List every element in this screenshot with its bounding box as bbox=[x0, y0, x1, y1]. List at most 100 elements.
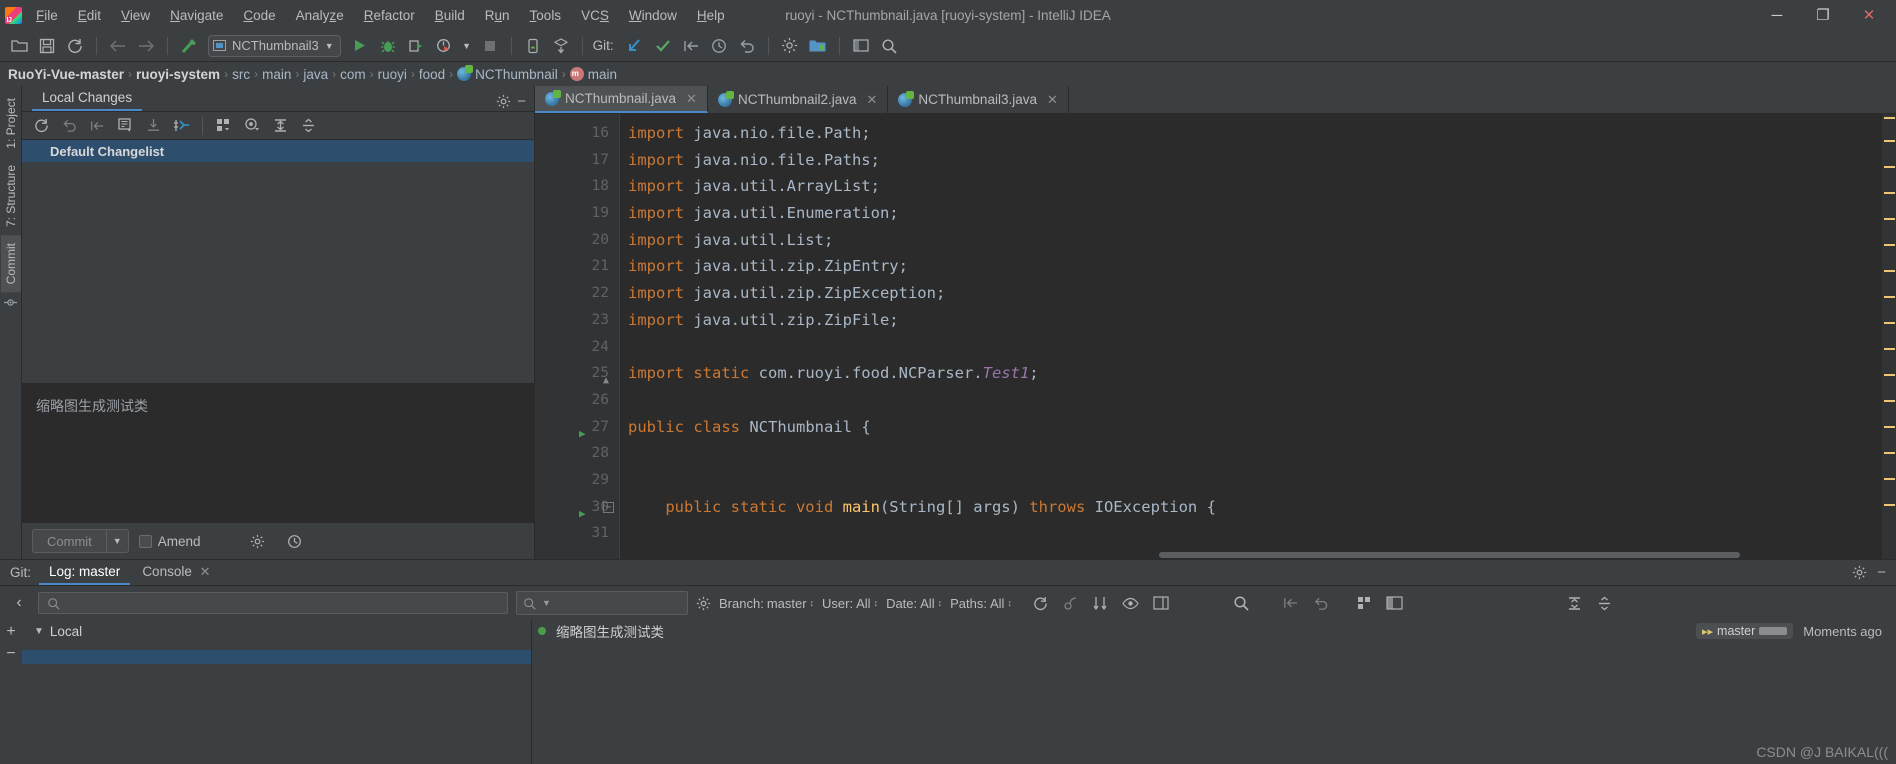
source-code[interactable]: import java.nio.file.Path; import java.ni… bbox=[619, 114, 1882, 559]
menu-item-code[interactable]: Code bbox=[233, 4, 285, 27]
code-line[interactable]: import java.nio.file.Path; bbox=[628, 120, 1882, 147]
line-number[interactable]: 20 bbox=[535, 227, 619, 254]
filter-date[interactable]: Date: All ↕ bbox=[886, 596, 942, 611]
hide-tool-window-icon[interactable]: − bbox=[517, 94, 526, 109]
group-by-icon[interactable] bbox=[211, 114, 237, 138]
undo-icon[interactable] bbox=[1310, 592, 1332, 614]
breadcrumb-item-6[interactable]: ruoyi bbox=[378, 67, 407, 82]
fold-collapse-icon[interactable]: − bbox=[603, 501, 614, 513]
editor-marker-bar[interactable] bbox=[1882, 114, 1896, 559]
menu-item-refactor[interactable]: Refactor bbox=[354, 4, 425, 27]
close-icon[interactable]: ✕ bbox=[1047, 92, 1058, 108]
code-marker[interactable] bbox=[1884, 270, 1895, 272]
branch-tree-root[interactable]: ▼ Local bbox=[22, 620, 531, 643]
line-number[interactable]: 26 bbox=[535, 387, 619, 414]
line-number[interactable]: 17 bbox=[535, 147, 619, 174]
git-push-icon[interactable] bbox=[678, 33, 704, 59]
menu-item-window[interactable]: Window bbox=[619, 4, 687, 27]
log-search-input[interactable] bbox=[38, 592, 508, 614]
menu-item-run[interactable]: Run bbox=[475, 4, 520, 27]
breadcrumb-item-0[interactable]: RuoYi-Vue-master bbox=[8, 67, 124, 82]
menu-item-navigate[interactable]: Navigate bbox=[160, 4, 233, 27]
code-line[interactable]: import java.nio.file.Paths; bbox=[628, 147, 1882, 174]
run-icon[interactable] bbox=[347, 33, 373, 59]
code-line[interactable]: import java.util.zip.ZipFile; bbox=[628, 307, 1882, 334]
git-commit-icon[interactable] bbox=[650, 33, 676, 59]
line-number[interactable]: 29 bbox=[535, 467, 619, 494]
rollback-icon[interactable] bbox=[56, 114, 82, 138]
stop-icon[interactable] bbox=[477, 33, 503, 59]
line-number[interactable]: 31 bbox=[535, 520, 619, 547]
code-marker[interactable] bbox=[1884, 166, 1895, 168]
tab-ncthumbnail2-java[interactable]: NCThumbnail2.java ✕ bbox=[708, 86, 889, 113]
line-number[interactable]: 25 ▲ bbox=[535, 360, 619, 387]
add-icon[interactable]: + bbox=[6, 624, 15, 640]
code-marker[interactable] bbox=[1884, 348, 1895, 350]
refresh-icon[interactable] bbox=[1030, 592, 1052, 614]
commit-options-gear-icon[interactable] bbox=[250, 534, 265, 549]
debug-icon[interactable] bbox=[375, 33, 401, 59]
diff-icon[interactable] bbox=[112, 114, 138, 138]
code-marker[interactable] bbox=[1884, 504, 1895, 506]
line-number[interactable]: 19 bbox=[535, 200, 619, 227]
commit-message-input[interactable]: 缩略图生成测试类 bbox=[22, 383, 534, 523]
breadcrumb-item-9[interactable]: m main bbox=[569, 67, 617, 82]
settings-gear-icon[interactable] bbox=[777, 33, 803, 59]
maximize-button[interactable]: ❐ bbox=[1800, 0, 1846, 30]
commit-row[interactable]: 缩略图生成测试类 ▸▸ master Moments ago bbox=[532, 620, 1896, 642]
preview-eye-icon[interactable] bbox=[1120, 592, 1142, 614]
line-number[interactable]: 18 bbox=[535, 173, 619, 200]
collapse-all-icon[interactable] bbox=[295, 114, 321, 138]
filter-branch[interactable]: Branch: master ↕ bbox=[719, 596, 814, 611]
breadcrumb-item-4[interactable]: java bbox=[303, 67, 328, 82]
code-marker[interactable] bbox=[1884, 400, 1895, 402]
sidebar-item-project[interactable]: 1: Project bbox=[1, 90, 21, 157]
tab-local-changes[interactable]: Local Changes bbox=[32, 87, 143, 111]
scrollbar-thumb[interactable] bbox=[1159, 552, 1740, 558]
commit-text-filter-input[interactable]: ▼ bbox=[516, 591, 688, 615]
chevron-down-icon[interactable]: ▼ bbox=[34, 626, 44, 637]
line-number[interactable]: 16 bbox=[535, 120, 619, 147]
code-marker[interactable] bbox=[1884, 192, 1895, 194]
close-icon[interactable]: ✕ bbox=[686, 91, 697, 107]
code-line[interactable]: import java.util.ArrayList; bbox=[628, 173, 1882, 200]
profiler-icon[interactable] bbox=[431, 33, 457, 59]
sidebar-item-structure[interactable]: 7: Structure bbox=[1, 157, 21, 235]
code-line[interactable]: import java.util.zip.ZipException; bbox=[628, 280, 1882, 307]
code-marker[interactable] bbox=[1884, 117, 1895, 119]
close-button[interactable]: ✕ bbox=[1846, 0, 1892, 30]
menu-item-tools[interactable]: Tools bbox=[520, 4, 572, 27]
tab-console[interactable]: Console ✕ bbox=[132, 561, 220, 584]
breadcrumb-item-3[interactable]: main bbox=[262, 67, 291, 82]
code-marker[interactable] bbox=[1884, 218, 1895, 220]
line-number[interactable]: 28 bbox=[535, 440, 619, 467]
code-line[interactable]: import java.util.Enumeration; bbox=[628, 200, 1882, 227]
close-icon[interactable]: ✕ bbox=[200, 564, 211, 579]
menu-item-file[interactable]: File bbox=[26, 4, 68, 27]
show-details-icon[interactable] bbox=[1150, 592, 1172, 614]
code-marker[interactable] bbox=[1884, 426, 1895, 428]
commit-history-icon[interactable] bbox=[287, 534, 302, 549]
editor-horizontal-scrollbar[interactable] bbox=[619, 551, 1880, 559]
line-number[interactable]: 23 bbox=[535, 307, 619, 334]
settings-gear-icon[interactable] bbox=[1852, 565, 1867, 580]
save-all-icon[interactable] bbox=[34, 33, 60, 59]
code-line[interactable] bbox=[628, 387, 1882, 414]
menu-item-analyze[interactable]: Analyze bbox=[286, 4, 354, 27]
preview-eye-icon[interactable] bbox=[239, 114, 265, 138]
settings-gear-icon[interactable] bbox=[496, 94, 511, 109]
menu-item-vcs[interactable]: VCS bbox=[571, 4, 619, 27]
group-by-icon[interactable] bbox=[1354, 592, 1376, 614]
open-folder-icon[interactable] bbox=[6, 33, 32, 59]
breadcrumb-item-7[interactable]: food bbox=[419, 67, 445, 82]
intellisort-icon[interactable] bbox=[1090, 592, 1112, 614]
branch-label-chip[interactable]: ▸▸ master bbox=[1695, 623, 1794, 639]
cherry-pick-icon[interactable] bbox=[1060, 592, 1082, 614]
git-revert-icon[interactable] bbox=[734, 33, 760, 59]
shelve-icon[interactable] bbox=[84, 114, 110, 138]
menu-item-help[interactable]: Help bbox=[687, 4, 735, 27]
build-project-icon[interactable] bbox=[176, 33, 202, 59]
navigate-forward-icon[interactable] bbox=[133, 33, 159, 59]
code-marker[interactable] bbox=[1884, 478, 1895, 480]
code-line[interactable]: import java.util.zip.ZipEntry; bbox=[628, 253, 1882, 280]
